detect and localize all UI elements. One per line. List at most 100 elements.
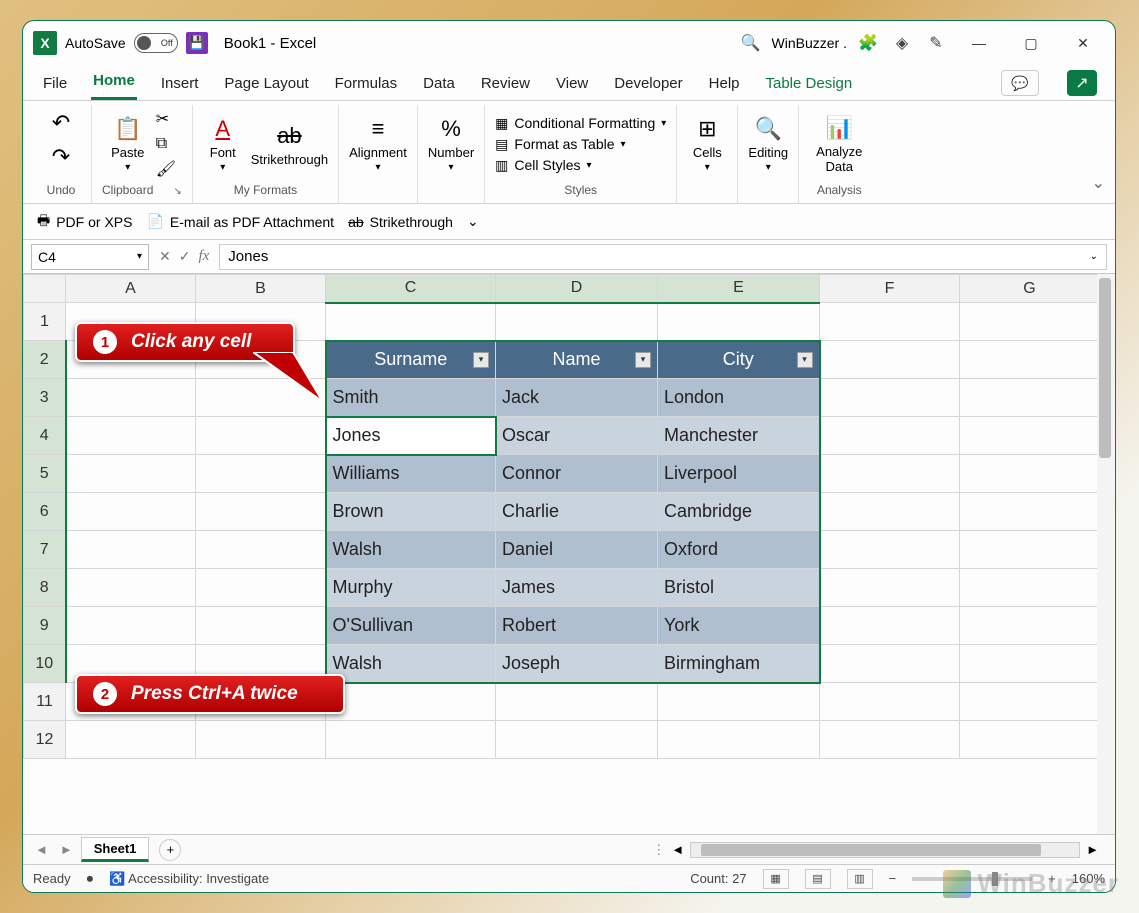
alignment-button[interactable]: ≡ Alignment ▾ <box>349 115 407 173</box>
save-icon[interactable]: 💾 <box>186 32 208 54</box>
table-header[interactable]: Surname▾ <box>326 341 496 379</box>
cell[interactable] <box>960 341 1100 379</box>
tab-table-design[interactable]: Table Design <box>764 75 855 100</box>
scroll-right-icon[interactable]: ► <box>1086 842 1099 857</box>
cell[interactable] <box>66 569 196 607</box>
tab-page-layout[interactable]: Page Layout <box>222 75 310 100</box>
table-header[interactable]: Name▾ <box>496 341 658 379</box>
cell[interactable] <box>820 569 960 607</box>
cell[interactable] <box>496 721 658 759</box>
tab-home[interactable]: Home <box>91 72 137 100</box>
cell[interactable] <box>960 683 1100 721</box>
cut-icon[interactable]: ✂ <box>156 109 176 129</box>
name-box[interactable]: C4▾ <box>31 244 149 270</box>
copy-icon[interactable]: ⧉ <box>156 135 176 153</box>
cell[interactable] <box>820 683 960 721</box>
scroll-left-icon[interactable]: ◄ <box>671 842 684 857</box>
cell[interactable]: Manchester <box>658 417 820 455</box>
cell[interactable] <box>960 303 1100 341</box>
cancel-formula-icon[interactable]: ✕ <box>159 248 171 265</box>
cell[interactable]: Walsh <box>326 531 496 569</box>
cell[interactable] <box>496 303 658 341</box>
cell[interactable]: Robert <box>496 607 658 645</box>
search-icon[interactable]: 🔍 <box>738 30 764 56</box>
cell[interactable] <box>960 493 1100 531</box>
cell[interactable] <box>66 607 196 645</box>
editing-button[interactable]: 🔍 Editing ▾ <box>748 115 788 173</box>
row-header[interactable]: 10 <box>24 645 66 683</box>
cells-button[interactable]: ⊞ Cells ▾ <box>687 115 727 173</box>
share-button[interactable]: ↗ <box>1067 70 1097 96</box>
qat-customize-button[interactable]: ⌄ <box>467 213 479 230</box>
cell[interactable] <box>820 379 960 417</box>
cell[interactable] <box>196 721 326 759</box>
cell[interactable]: Oxford <box>658 531 820 569</box>
tab-file[interactable]: File <box>41 75 69 100</box>
undo-button[interactable]: ↶ <box>41 109 81 137</box>
collapse-ribbon-icon[interactable]: ⌄ <box>1092 173 1105 193</box>
cell[interactable] <box>820 417 960 455</box>
sheet-tab[interactable]: Sheet1 <box>81 837 150 862</box>
sheet-nav-prev-icon[interactable]: ◄ <box>31 842 52 857</box>
filter-dropdown-icon[interactable]: ▾ <box>635 352 651 368</box>
filter-dropdown-icon[interactable]: ▾ <box>797 352 813 368</box>
cell[interactable]: O'Sullivan <box>326 607 496 645</box>
cell[interactable] <box>820 721 960 759</box>
active-cell[interactable]: Jones <box>326 417 496 455</box>
cell[interactable]: Birmingham <box>658 645 820 683</box>
cell[interactable] <box>960 417 1100 455</box>
scrollbar-thumb[interactable] <box>701 844 1041 856</box>
col-header[interactable]: B <box>196 275 326 303</box>
row-header[interactable]: 12 <box>24 721 66 759</box>
col-header[interactable]: G <box>960 275 1100 303</box>
account-name[interactable]: WinBuzzer . <box>772 35 847 51</box>
cell[interactable] <box>960 379 1100 417</box>
cell[interactable]: Smith <box>326 379 496 417</box>
cell[interactable] <box>658 683 820 721</box>
cell[interactable]: York <box>658 607 820 645</box>
view-normal-button[interactable]: ▦ <box>763 869 789 889</box>
row-header[interactable]: 5 <box>24 455 66 493</box>
horizontal-scrollbar[interactable]: ⋮ ◄ ► <box>185 842 1107 858</box>
cell[interactable]: Connor <box>496 455 658 493</box>
cell[interactable] <box>196 455 326 493</box>
cell[interactable]: Bristol <box>658 569 820 607</box>
cell[interactable] <box>326 721 496 759</box>
tab-developer[interactable]: Developer <box>612 75 684 100</box>
col-header[interactable]: D <box>496 275 658 303</box>
cell[interactable] <box>820 493 960 531</box>
filter-dropdown-icon[interactable]: ▾ <box>473 352 489 368</box>
cell[interactable]: Daniel <box>496 531 658 569</box>
tab-data[interactable]: Data <box>421 75 457 100</box>
hscroll-track[interactable] <box>690 842 1080 858</box>
col-header[interactable]: F <box>820 275 960 303</box>
cell[interactable] <box>66 379 196 417</box>
cell[interactable] <box>66 417 196 455</box>
macro-recorder-icon[interactable]: ⏺ <box>87 871 94 887</box>
row-header[interactable]: 8 <box>24 569 66 607</box>
maximize-button[interactable]: ▢ <box>1009 25 1053 61</box>
enter-formula-icon[interactable]: ✓ <box>179 248 191 265</box>
cell[interactable] <box>196 531 326 569</box>
cell[interactable]: Brown <box>326 493 496 531</box>
col-header[interactable]: C <box>326 275 496 303</box>
row-header[interactable]: 6 <box>24 493 66 531</box>
cell[interactable]: Cambridge <box>658 493 820 531</box>
expand-formula-icon[interactable]: ⌄ <box>1090 251 1098 262</box>
cell[interactable]: Murphy <box>326 569 496 607</box>
conditional-formatting-button[interactable]: ▦Conditional Formatting ▾ <box>495 115 666 132</box>
tab-formulas[interactable]: Formulas <box>333 75 400 100</box>
cell[interactable] <box>326 303 496 341</box>
cell[interactable]: Oscar <box>496 417 658 455</box>
cell[interactable] <box>820 341 960 379</box>
cell[interactable] <box>658 303 820 341</box>
cell[interactable]: Charlie <box>496 493 658 531</box>
accessibility-status[interactable]: ♿ Accessibility: Investigate <box>109 871 269 887</box>
close-button[interactable]: ✕ <box>1061 25 1105 61</box>
strikethrough-button[interactable]: ab Strikethrough <box>251 122 328 167</box>
cell[interactable] <box>960 455 1100 493</box>
sheet-nav-next-icon[interactable]: ► <box>56 842 77 857</box>
cell[interactable]: Liverpool <box>658 455 820 493</box>
table-header[interactable]: City▾ <box>658 341 820 379</box>
cell[interactable] <box>960 569 1100 607</box>
